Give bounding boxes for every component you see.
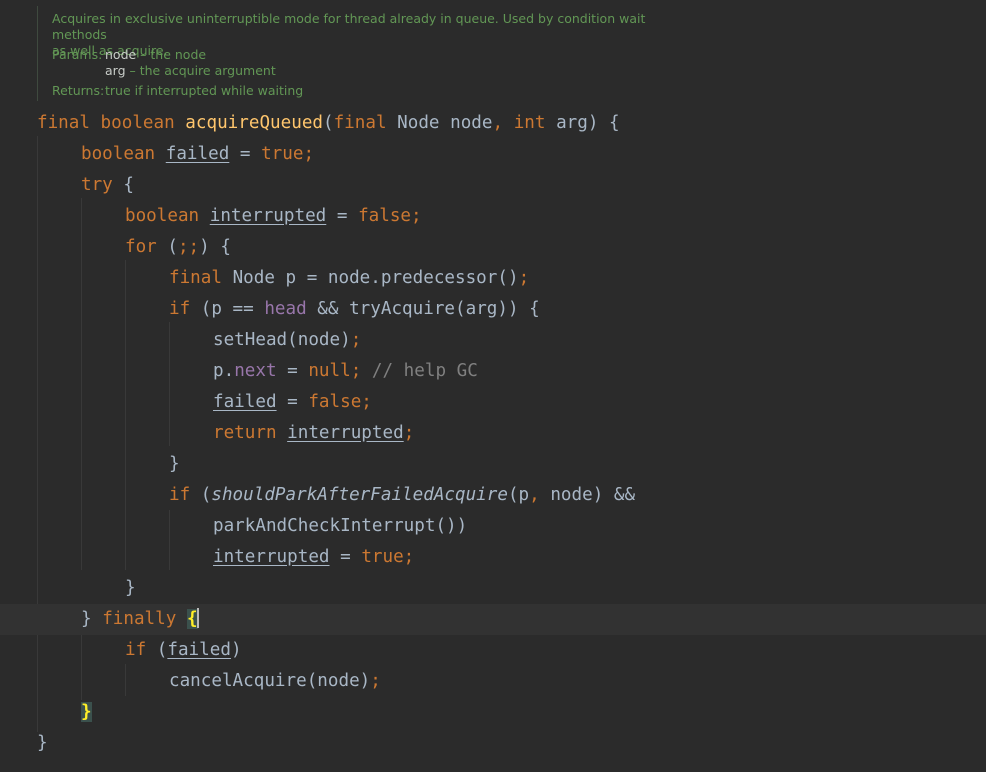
code-text: ( bbox=[200, 485, 212, 505]
javadoc-params-row: Params: node – the node bbox=[52, 47, 206, 63]
code-line[interactable]: p.next = null; // help GC bbox=[0, 356, 986, 387]
keyword: boolean bbox=[81, 144, 166, 164]
code-text: = bbox=[276, 392, 309, 412]
keyword: true; bbox=[261, 144, 315, 164]
code-line[interactable]: for (;;) { bbox=[0, 232, 986, 263]
code-line[interactable]: failed = false; bbox=[0, 387, 986, 418]
javadoc-block: Acquires in exclusive uninterruptible mo… bbox=[37, 6, 698, 101]
keyword: boolean bbox=[125, 206, 210, 226]
code-text: (p bbox=[507, 485, 530, 505]
keyword: false; bbox=[308, 392, 372, 412]
javadoc-param-node-desc: – the node bbox=[136, 47, 207, 62]
code-text: Node node bbox=[397, 113, 493, 133]
code-line[interactable]: setHead(node); bbox=[0, 325, 986, 356]
reassigned-variable: failed bbox=[165, 144, 230, 164]
code-text: ( bbox=[323, 113, 334, 133]
code-text: && tryAcquire(arg)) { bbox=[306, 299, 540, 319]
code-text: } bbox=[169, 454, 180, 474]
reassigned-variable: interrupted bbox=[213, 547, 330, 567]
keyword: null; bbox=[308, 361, 372, 381]
keyword: return bbox=[213, 423, 288, 443]
code-text: setHead(node) bbox=[213, 330, 351, 350]
keyword: final boolean bbox=[37, 113, 186, 133]
punctuation: , bbox=[492, 113, 514, 133]
code-editor[interactable]: Acquires in exclusive uninterruptible mo… bbox=[0, 0, 986, 772]
keyword: finally bbox=[102, 609, 187, 629]
keyword: final bbox=[333, 113, 398, 133]
javadoc-returns-row: Returns:true if interrupted while waitin… bbox=[52, 83, 303, 99]
code-text: cancelAcquire(node) bbox=[169, 671, 371, 691]
code-text: ( bbox=[167, 237, 178, 257]
code-text: = bbox=[229, 144, 262, 164]
keyword: int bbox=[513, 113, 557, 133]
code-line[interactable]: } bbox=[0, 449, 986, 480]
code-line[interactable]: boolean interrupted = false; bbox=[0, 201, 986, 232]
field-reference: next bbox=[234, 361, 277, 381]
code-text: = bbox=[276, 361, 309, 381]
reassigned-variable: interrupted bbox=[209, 206, 327, 226]
reassigned-variable: failed bbox=[213, 392, 277, 412]
code-line[interactable]: if (p == head && tryAcquire(arg)) { bbox=[0, 294, 986, 325]
javadoc-param-arg-name: arg bbox=[105, 63, 126, 78]
punctuation: , bbox=[529, 485, 551, 505]
code-text: arg) { bbox=[556, 113, 620, 133]
code-text: ) bbox=[230, 640, 242, 660]
punctuation: ; bbox=[518, 268, 530, 288]
field-reference: head bbox=[264, 299, 307, 319]
code-text: parkAndCheckInterrupt()) bbox=[213, 516, 468, 536]
punctuation: ;; bbox=[177, 237, 200, 257]
keyword: for bbox=[125, 237, 168, 257]
code-text: Node p = node.predecessor() bbox=[232, 268, 519, 288]
comment: // help GC bbox=[371, 361, 478, 381]
reassigned-variable: interrupted bbox=[287, 423, 404, 443]
code-line[interactable]: final boolean acquireQueued(final Node n… bbox=[0, 108, 986, 139]
method-name: acquireQueued bbox=[185, 113, 323, 133]
code-line-current[interactable]: } finally { bbox=[0, 604, 986, 635]
punctuation: ; bbox=[370, 671, 381, 691]
code-text: = bbox=[326, 206, 359, 226]
punctuation: ; bbox=[350, 330, 362, 350]
text-caret bbox=[196, 608, 199, 628]
code-line[interactable]: } bbox=[0, 728, 986, 759]
code-text: = bbox=[329, 547, 362, 567]
reassigned-variable: failed bbox=[167, 640, 231, 660]
javadoc-returns-label: Returns: bbox=[52, 83, 105, 98]
code-line[interactable]: boolean failed = true; bbox=[0, 139, 986, 170]
code-text: (p == bbox=[200, 299, 265, 319]
keyword: try bbox=[81, 175, 124, 195]
code-text: } bbox=[125, 578, 136, 598]
punctuation: ; bbox=[403, 423, 415, 443]
javadoc-description-line1: Acquires in exclusive uninterruptible mo… bbox=[52, 11, 646, 42]
code-line[interactable]: return interrupted; bbox=[0, 418, 986, 449]
keyword: true; bbox=[361, 547, 415, 567]
javadoc-param-node-name: node bbox=[105, 47, 137, 62]
code-text: } bbox=[81, 609, 103, 629]
code-line[interactable]: parkAndCheckInterrupt()) bbox=[0, 511, 986, 542]
keyword: if bbox=[169, 485, 201, 505]
code-line[interactable]: if (shouldParkAfterFailedAcquire(p, node… bbox=[0, 480, 986, 511]
code-text: ( bbox=[156, 640, 168, 660]
keyword: if bbox=[125, 640, 157, 660]
code-line[interactable]: } bbox=[0, 573, 986, 604]
code-text: node) && bbox=[550, 485, 636, 505]
keyword: final bbox=[169, 268, 233, 288]
keyword: if bbox=[169, 299, 201, 319]
code-line[interactable]: final Node p = node.predecessor(); bbox=[0, 263, 986, 294]
code-line[interactable]: cancelAcquire(node); bbox=[0, 666, 986, 697]
code-text: } bbox=[37, 733, 48, 753]
code-line[interactable]: } bbox=[0, 697, 986, 728]
javadoc-returns-desc: true if interrupted while waiting bbox=[105, 83, 304, 98]
code-line[interactable]: interrupted = true; bbox=[0, 542, 986, 573]
matched-brace: } bbox=[81, 702, 92, 722]
code-line[interactable]: if (failed) bbox=[0, 635, 986, 666]
static-method-call: shouldParkAfterFailedAcquire bbox=[211, 485, 508, 505]
javadoc-params-label: Params: bbox=[52, 47, 103, 62]
javadoc-param-arg-row: arg – the acquire argument bbox=[105, 63, 276, 79]
code-text: { bbox=[123, 175, 134, 195]
javadoc-param-arg-desc: – the acquire argument bbox=[125, 63, 276, 78]
keyword: false; bbox=[358, 206, 422, 226]
code-text: p. bbox=[213, 361, 235, 381]
code-text: ) { bbox=[199, 237, 231, 257]
code-line[interactable]: try { bbox=[0, 170, 986, 201]
